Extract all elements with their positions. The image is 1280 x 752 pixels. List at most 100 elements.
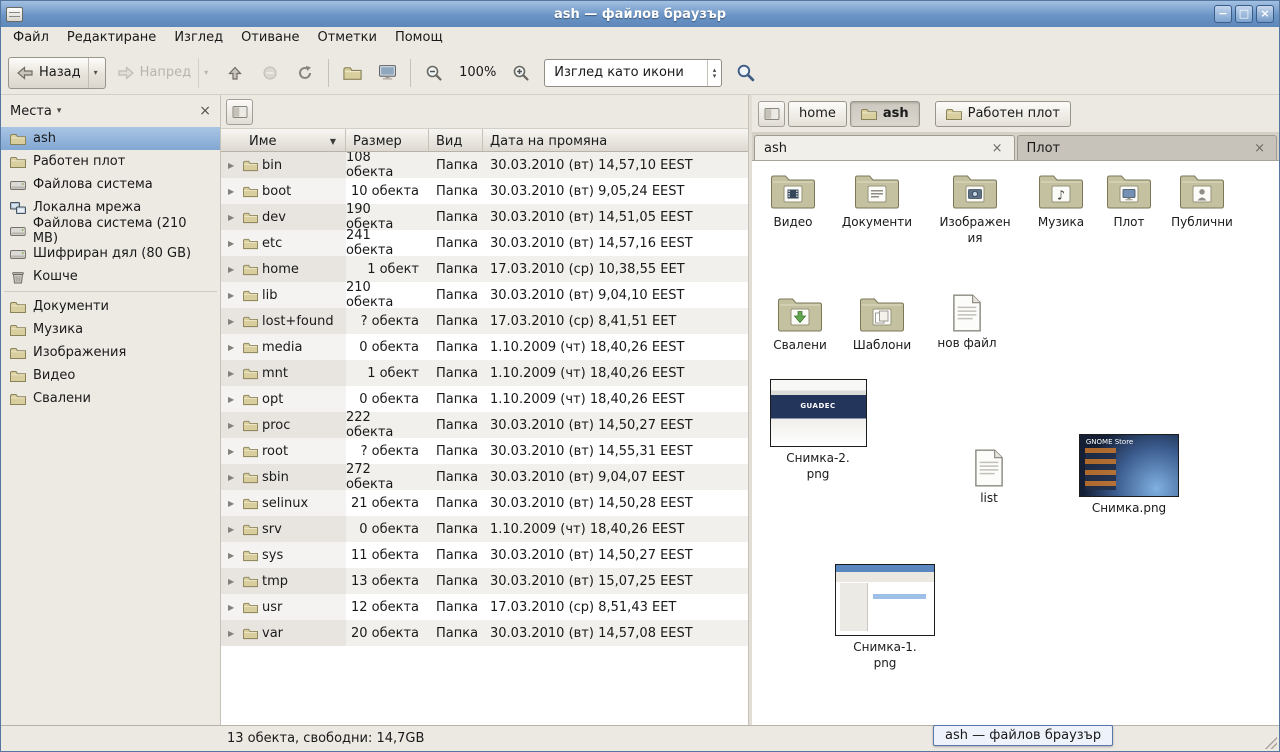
forward-history-chevron-icon[interactable]: ▾ xyxy=(198,58,208,88)
search-button[interactable] xyxy=(729,57,761,89)
table-row[interactable]: ▶etc241 обектаПапка30.03.2010 (вт) 14,57… xyxy=(221,230,748,256)
sidebar-item[interactable]: Шифриран дял (80 GB) xyxy=(1,242,220,265)
column-header[interactable]: Име▼ xyxy=(221,129,346,151)
sidebar-item[interactable]: Музика xyxy=(1,318,220,341)
sidebar-item[interactable]: Кошче xyxy=(1,265,220,288)
table-row[interactable]: ▶proc222 обектаПапка30.03.2010 (вт) 14,5… xyxy=(221,412,748,438)
sidebar-item[interactable]: Документи xyxy=(1,295,220,318)
table-row[interactable]: ▶selinux21 обектаПапка30.03.2010 (вт) 14… xyxy=(221,490,748,516)
table-row[interactable]: ▶var20 обектаПапка30.03.2010 (вт) 14,57,… xyxy=(221,620,748,646)
sidebar-item[interactable]: Видео xyxy=(1,364,220,387)
titlebar[interactable]: ash — файлов браузър − □ × xyxy=(1,1,1279,27)
table-row[interactable]: ▶media0 обектаПапка1.10.2009 (чт) 18,40,… xyxy=(221,334,748,360)
table-row[interactable]: ▶boot10 обектаПапка30.03.2010 (вт) 9,05,… xyxy=(221,178,748,204)
reload-button[interactable] xyxy=(289,57,321,89)
menu-item[interactable]: Файл xyxy=(4,27,58,51)
sidebar-item[interactable]: Работен плот xyxy=(1,150,220,173)
zoom-out-button[interactable] xyxy=(418,57,450,89)
expander-icon[interactable]: ▶ xyxy=(228,421,239,430)
icon-view-item[interactable]: list xyxy=(943,449,1035,507)
expander-icon[interactable]: ▶ xyxy=(228,161,239,170)
breadcrumb-button[interactable]: home xyxy=(788,101,847,127)
table-row[interactable]: ▶usr12 обектаПапка17.03.2010 (ср) 8,51,4… xyxy=(221,594,748,620)
menu-item[interactable]: Редактиране xyxy=(58,27,165,51)
sidebar-item[interactable]: Файлова система xyxy=(1,173,220,196)
tab-close-icon[interactable]: × xyxy=(1252,141,1267,156)
icon-view-item[interactable]: GNOME StoreСнимка.png xyxy=(1083,434,1175,517)
resize-grip[interactable] xyxy=(1265,737,1277,749)
icon-view-item[interactable]: Публични xyxy=(1156,171,1248,231)
expander-icon[interactable]: ▶ xyxy=(228,447,239,456)
table-row[interactable]: ▶root? обектаПапка30.03.2010 (вт) 14,55,… xyxy=(221,438,748,464)
icon-view[interactable]: ВидеоДокументиИзображен ияМузикаПлотПубл… xyxy=(752,161,1279,725)
expander-icon[interactable]: ▶ xyxy=(228,577,239,586)
icon-view-item[interactable]: Свалени xyxy=(754,294,846,354)
expander-icon[interactable]: ▶ xyxy=(228,369,239,378)
expander-icon[interactable]: ▶ xyxy=(228,499,239,508)
table-row[interactable]: ▶home1 обектПапка17.03.2010 (ср) 10,38,5… xyxy=(221,256,748,282)
column-header[interactable]: Вид xyxy=(429,129,483,151)
pane-location-button[interactable] xyxy=(226,99,253,125)
menu-item[interactable]: Помощ xyxy=(386,27,452,51)
icon-view-item[interactable]: Видео xyxy=(752,171,839,231)
table-row[interactable]: ▶tmp13 обектаПапка30.03.2010 (вт) 15,07,… xyxy=(221,568,748,594)
menu-item[interactable]: Изглед xyxy=(165,27,232,51)
breadcrumb-button[interactable]: Работен плот xyxy=(935,101,1071,127)
table-row[interactable]: ▶dev190 обектаПапка30.03.2010 (вт) 14,51… xyxy=(221,204,748,230)
close-button[interactable]: × xyxy=(1256,5,1274,23)
expander-icon[interactable]: ▶ xyxy=(228,343,239,352)
sidebar-item[interactable]: Свалени xyxy=(1,387,220,410)
expander-icon[interactable]: ▶ xyxy=(228,629,239,638)
table-row[interactable]: ▶opt0 обектаПапка1.10.2009 (чт) 18,40,26… xyxy=(221,386,748,412)
expander-icon[interactable]: ▶ xyxy=(228,213,239,222)
expander-icon[interactable]: ▶ xyxy=(228,317,239,326)
expander-icon[interactable]: ▶ xyxy=(228,291,239,300)
table-row[interactable]: ▶sbin272 обектаПапка30.03.2010 (вт) 9,04… xyxy=(221,464,748,490)
tab[interactable]: Плот× xyxy=(1017,135,1278,160)
table-row[interactable]: ▶mnt1 обектПапка1.10.2009 (чт) 18,40,26 … xyxy=(221,360,748,386)
forward-button[interactable]: Напред ▾ xyxy=(109,57,217,89)
minimize-button[interactable]: − xyxy=(1214,5,1232,23)
column-header[interactable]: Дата на промяна xyxy=(483,129,748,151)
menu-item[interactable]: Отметки xyxy=(308,27,385,51)
sidebar-header[interactable]: Места ▾ × xyxy=(1,95,220,127)
table-row[interactable]: ▶sys11 обектаПапка30.03.2010 (вт) 14,50,… xyxy=(221,542,748,568)
pathbar-root-button[interactable] xyxy=(758,101,785,127)
home-button[interactable] xyxy=(336,57,368,89)
expander-icon[interactable]: ▶ xyxy=(228,265,239,274)
expander-icon[interactable]: ▶ xyxy=(228,473,239,482)
icon-view-item[interactable]: нов файл xyxy=(921,294,1013,352)
icon-view-item[interactable]: Снимка-1. png xyxy=(839,564,931,671)
table-row[interactable]: ▶srv0 обектаПапка1.10.2009 (чт) 18,40,26… xyxy=(221,516,748,542)
stop-button[interactable] xyxy=(254,57,286,89)
zoom-in-button[interactable] xyxy=(505,57,537,89)
window-list-hint[interactable]: ash — файлов браузър xyxy=(933,725,1113,746)
back-history-chevron-icon[interactable]: ▾ xyxy=(88,58,98,88)
tab-close-icon[interactable]: × xyxy=(990,141,1005,156)
icon-view-item[interactable]: Шаблони xyxy=(836,294,928,354)
table-row[interactable]: ▶lib210 обектаПапка30.03.2010 (вт) 9,04,… xyxy=(221,282,748,308)
sidebar-item[interactable]: Файлова система (210 MB) xyxy=(1,219,220,242)
table-row[interactable]: ▶bin108 обектаПапка30.03.2010 (вт) 14,57… xyxy=(221,152,748,178)
maximize-button[interactable]: □ xyxy=(1235,5,1253,23)
icon-view-item[interactable]: GUADECСнимка-2. png xyxy=(772,379,864,482)
view-mode-select[interactable]: Изглед като икони ▴ ▾ xyxy=(544,59,722,87)
expander-icon[interactable]: ▶ xyxy=(228,525,239,534)
sidebar-close-icon[interactable]: × xyxy=(199,103,211,119)
sidebar-item[interactable]: ash xyxy=(1,127,220,150)
expander-icon[interactable]: ▶ xyxy=(228,603,239,612)
column-header[interactable]: Размер xyxy=(346,129,429,151)
spinner-arrows-icon[interactable]: ▴ ▾ xyxy=(707,60,717,86)
sidebar-item[interactable]: Изображения xyxy=(1,341,220,364)
menu-item[interactable]: Отиване xyxy=(232,27,308,51)
expander-icon[interactable]: ▶ xyxy=(228,239,239,248)
breadcrumb-button[interactable]: ash xyxy=(850,101,920,127)
back-button[interactable]: Назад ▾ xyxy=(8,57,106,89)
table-row[interactable]: ▶lost+found? обектаПапка17.03.2010 (ср) … xyxy=(221,308,748,334)
icon-view-item[interactable]: Изображен ия xyxy=(929,171,1021,246)
computer-button[interactable] xyxy=(371,57,403,89)
expander-icon[interactable]: ▶ xyxy=(228,551,239,560)
expander-icon[interactable]: ▶ xyxy=(228,395,239,404)
expander-icon[interactable]: ▶ xyxy=(228,187,239,196)
up-button[interactable] xyxy=(219,57,251,89)
